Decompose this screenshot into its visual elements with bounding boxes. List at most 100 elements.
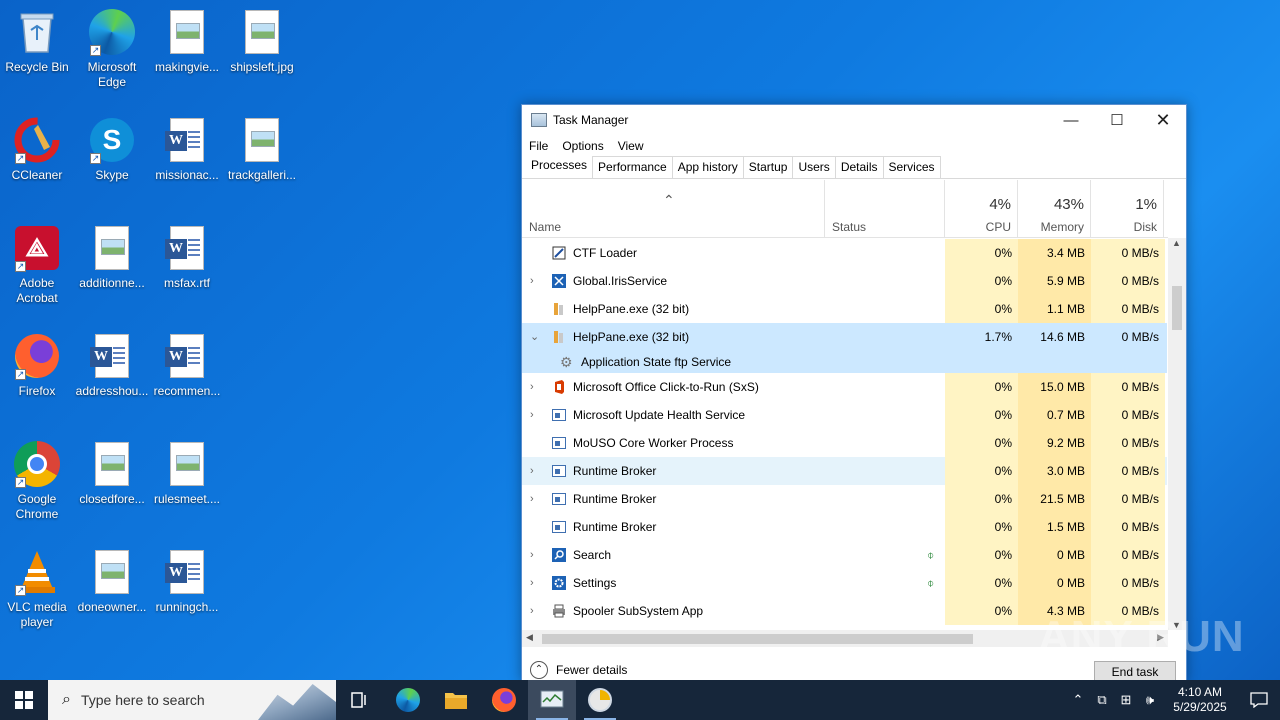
process-cpu: 0% [945,429,1018,457]
volume-icon[interactable]: 🕪 [1138,692,1162,708]
clock[interactable]: 4:10 AM 5/29/2025 [1162,685,1238,715]
table-row[interactable]: › Runtime Broker 0% 21.5 MB 0 MB/s [522,485,1167,513]
process-disk: 0 MB/s [1091,485,1165,513]
desktop-icon-file[interactable]: closedfore... [74,440,150,507]
network-icon[interactable]: ⊞ [1114,692,1138,708]
menu-file[interactable]: File [529,139,548,153]
desktop-icon-ccleaner[interactable]: ↗ CCleaner [0,116,75,183]
table-row[interactable]: › Microsoft Update Health Service 0% 0.7… [522,401,1167,429]
column-memory[interactable]: 43% Memory [1018,180,1091,238]
desktop-icon-file[interactable]: trackgalleri... [224,116,300,183]
desktop-icon-file[interactable]: additionne... [74,224,150,291]
close-button[interactable]: ✕ [1140,105,1186,135]
table-row[interactable]: › Global.IrisService 0% 5.9 MB 0 MB/s [522,267,1167,295]
desktop-icon-adobe-acrobat[interactable]: ⟁ ↗ Adobe Acrobat [0,224,75,306]
process-memory: 9.2 MB [1018,429,1091,457]
column-name[interactable]: ⌃ Name [522,180,825,238]
expand-chevron-icon[interactable]: › [530,597,540,625]
image-file-icon [163,8,211,56]
table-row-selected[interactable]: ⌄ HelpPane.exe (32 bit) 1.7% 14.6 MB 0 M… [522,323,1167,351]
column-status[interactable]: Status [825,180,945,238]
collapse-chevron-icon[interactable]: ⌄ [530,323,540,351]
fewer-details-button[interactable]: ⌃ Fewer details [530,661,627,679]
menu-view[interactable]: View [618,139,644,153]
expand-chevron-icon[interactable]: › [530,457,540,485]
table-row[interactable]: HelpPane.exe (32 bit) 0% 1.1 MB 0 MB/s [522,295,1167,323]
taskbar-search-box[interactable]: ⌕ Type here to search [48,680,336,720]
process-disk: 0 MB/s [1121,330,1159,344]
tab-users[interactable]: Users [792,156,836,178]
taskbar-file-explorer[interactable] [432,680,480,720]
desktop-icon-file[interactable]: doneowner... [74,548,150,615]
vertical-scrollbar[interactable]: ▲ ▼ [1168,238,1186,630]
scroll-up-arrow-icon[interactable]: ▲ [1172,238,1181,248]
process-name: Runtime Broker [573,464,657,478]
desktop-icon-vlc[interactable]: ↗ VLC media player [0,548,75,630]
desktop-icon-label: doneowner... [77,600,147,614]
taskbar-edge[interactable] [384,680,432,720]
process-cpu: 1.7% [984,330,1012,344]
desktop-icon-google-chrome[interactable]: ↗ Google Chrome [0,440,75,522]
desktop-icon-file[interactable]: W recommen... [149,332,225,399]
desktop-icon-label: VLC media player [7,600,67,629]
desktop-icon-skype[interactable]: S ↗ Skype [74,116,150,183]
scroll-left-arrow-icon[interactable]: ◀ [526,632,533,643]
desktop-icon-firefox[interactable]: ↗ Firefox [0,332,75,399]
taskbar-task-manager[interactable] [528,680,576,720]
desktop-icon-file[interactable]: W runningch... [149,548,225,615]
expand-chevron-icon[interactable]: › [530,485,540,513]
tab-processes[interactable]: Processes [525,154,594,178]
menu-options[interactable]: Options [562,139,603,153]
desktop-icon-file[interactable]: shipsleft.jpg [224,8,300,75]
column-cpu[interactable]: 4% CPU [945,180,1018,238]
desktop-icon-file[interactable]: W missionac... [149,116,225,183]
table-row[interactable]: CTF Loader 0% 3.4 MB 0 MB/s [522,239,1167,267]
expand-chevron-icon[interactable]: › [530,373,540,401]
table-row[interactable]: › Runtime Broker 0% 3.0 MB 0 MB/s [522,457,1167,485]
start-button[interactable] [0,680,48,720]
desktop-icon-recycle-bin[interactable]: Recycle Bin [0,8,75,75]
task-view-button[interactable] [336,680,384,720]
scrollbar-thumb[interactable] [1172,286,1182,330]
table-row[interactable]: › Microsoft Office Click-to-Run (SxS) 0%… [522,373,1167,401]
edge-icon [396,688,420,712]
desktop-icon-file[interactable]: rulesmeet.... [149,440,225,507]
table-row[interactable]: Runtime Broker 0% 1.5 MB 0 MB/s [522,513,1167,541]
chevron-up-icon[interactable]: ⌃ [1066,692,1090,708]
tab-startup[interactable]: Startup [742,156,794,178]
firefox-icon [492,688,516,712]
desktop-icon-file[interactable]: W addresshou... [74,332,150,399]
desktop-icon-file[interactable]: W msfax.rtf [149,224,225,291]
notification-button[interactable] [1238,680,1280,720]
chevron-up-icon: ⌃ [530,661,548,679]
desktop-icon-file[interactable]: makingvie... [149,8,225,75]
taskbar-firefox[interactable] [480,680,528,720]
desktop-icon-microsoft-edge[interactable]: ↗ Microsoft Edge [74,8,150,90]
tab-app-history[interactable]: App history [671,156,744,178]
ctf-loader-icon [552,246,566,260]
suspended-leaf-icon: ⌽ [927,576,935,590]
title-bar[interactable]: Task Manager — ☐ ✕ [522,105,1186,135]
expand-chevron-icon[interactable]: › [530,569,540,597]
process-name: HelpPane.exe (32 bit) [573,302,690,316]
scrollbar-thumb[interactable] [542,634,973,644]
expand-chevron-icon[interactable]: › [530,401,540,429]
process-disk: 0 MB/s [1091,373,1165,401]
minimize-button[interactable]: — [1048,105,1094,135]
expand-chevron-icon[interactable]: › [530,541,540,569]
process-name: MoUSO Core Worker Process [573,436,734,450]
maximize-button[interactable]: ☐ [1094,105,1140,135]
tab-details[interactable]: Details [834,156,884,178]
table-row[interactable]: MoUSO Core Worker Process 0% 9.2 MB 0 MB… [522,429,1167,457]
table-row[interactable]: › Search ⌽ 0% 0 MB 0 MB/s [522,541,1167,569]
child-service-row[interactable]: ⚙ Application State ftp Service [522,351,1167,373]
taskbar-app[interactable] [576,680,624,720]
recycle-bin-icon [13,8,61,56]
tab-performance[interactable]: Performance [592,156,673,178]
table-row[interactable]: › Settings ⌽ 0% 0 MB 0 MB/s [522,569,1167,597]
network-adapter-icon[interactable]: ⧉ [1090,692,1114,708]
process-name: Runtime Broker [573,492,657,506]
tab-services[interactable]: Services [882,156,941,178]
expand-chevron-icon[interactable]: › [530,267,540,295]
column-disk[interactable]: 1% Disk [1091,180,1164,238]
